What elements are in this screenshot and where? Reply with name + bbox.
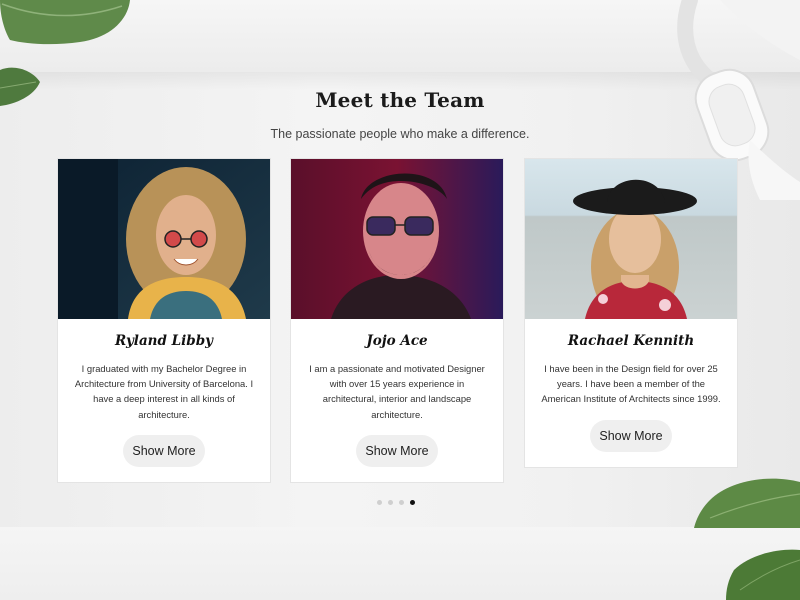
team-member-photo — [525, 159, 737, 319]
show-more-button[interactable]: Show More — [356, 434, 438, 467]
team-member-photo — [58, 159, 270, 319]
team-card: Rachael Kennith I have been in the Desig… — [524, 158, 738, 468]
team-card: Jojo Ace I am a passionate and motivated… — [290, 158, 504, 483]
team-card: Ryland Libby I graduated with my Bachelo… — [57, 158, 271, 483]
team-member-bio: I have been in the Design field for over… — [541, 363, 721, 405]
show-more-button[interactable]: Show More — [123, 434, 205, 467]
carousel-pagination — [377, 500, 425, 506]
team-member-name: Rachael Kennith — [567, 333, 695, 349]
show-more-button[interactable]: Show More — [590, 419, 672, 452]
bottom-background — [0, 527, 800, 600]
section-title: Meet the Team — [315, 88, 485, 112]
leaf-decoration-icon — [694, 478, 800, 600]
pagination-dot-active[interactable] — [410, 500, 415, 505]
team-member-bio: I graduated with my Bachelor Degree in A… — [74, 363, 254, 420]
pagination-dot[interactable] — [399, 500, 404, 505]
pagination-dot[interactable] — [377, 500, 382, 505]
team-member-photo — [291, 159, 503, 319]
pagination-dot[interactable] — [388, 500, 393, 505]
team-member-bio: I am a passionate and motivated Designer… — [309, 363, 485, 420]
team-member-name: Ryland Libby — [114, 333, 213, 349]
team-member-name: Jojo Ace — [366, 333, 428, 349]
section-subtitle: The passionate people who make a differe… — [270, 127, 530, 141]
